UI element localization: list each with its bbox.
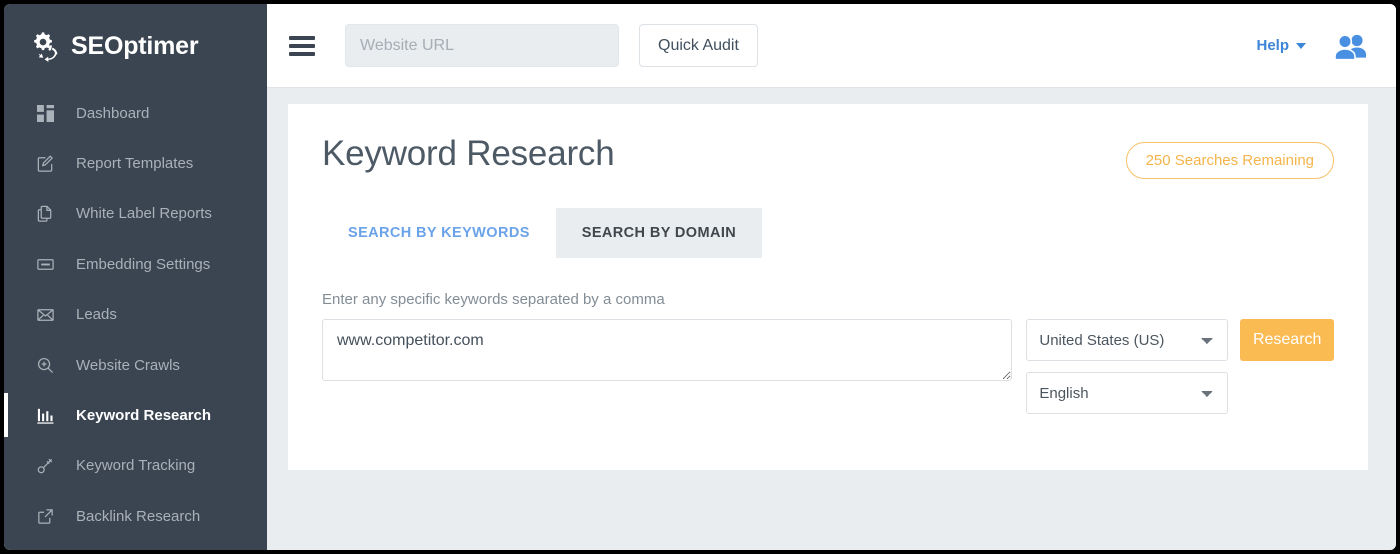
website-url-input[interactable] [345, 24, 619, 67]
app-window: SEOptimer Dashboard Report Templates [4, 4, 1396, 550]
sidebar-item-website-crawls[interactable]: Website Crawls [4, 340, 267, 390]
brand-name: SEOptimer [71, 32, 198, 61]
hamburger-icon[interactable] [289, 29, 315, 63]
card-header: Keyword Research 250 Searches Remaining [322, 134, 1334, 179]
tab-search-by-domain[interactable]: SEARCH BY DOMAIN [556, 208, 762, 258]
sidebar-item-white-label-reports[interactable]: White Label Reports [4, 189, 267, 239]
chevron-down-icon [1296, 43, 1306, 49]
search-form: United States (US) English Research [322, 319, 1334, 414]
tab-search-by-keywords[interactable]: SEARCH BY KEYWORDS [322, 208, 556, 258]
copy-documents-icon [34, 203, 56, 225]
sidebar-item-backlink-research[interactable]: Backlink Research [4, 491, 267, 541]
sidebar-item-label: Leads [76, 306, 117, 323]
sidebar-item-embedding-settings[interactable]: Embedding Settings [4, 239, 267, 289]
brand-logo[interactable]: SEOptimer [4, 4, 267, 88]
sidebar-item-label: Keyword Research [76, 407, 211, 424]
top-bar: Quick Audit Help [267, 4, 1396, 88]
help-label: Help [1256, 37, 1289, 54]
magnifier-plus-icon [34, 354, 56, 376]
external-link-icon [34, 505, 56, 527]
gear-refresh-icon [30, 29, 64, 63]
sidebar-item-label: Keyword Tracking [76, 457, 195, 474]
sidebar: SEOptimer Dashboard Report Templates [4, 4, 267, 550]
key-icon [34, 455, 56, 477]
embed-box-icon [34, 253, 56, 275]
sidebar-item-label: White Label Reports [76, 205, 212, 222]
users-avatar-icon[interactable] [1334, 32, 1368, 60]
sidebar-item-leads[interactable]: Leads [4, 290, 267, 340]
sidebar-item-dashboard[interactable]: Dashboard [4, 88, 267, 138]
keywords-textarea[interactable] [322, 319, 1012, 381]
sidebar-item-label: Dashboard [76, 105, 149, 122]
sidebar-item-keyword-research[interactable]: Keyword Research [4, 390, 267, 440]
sidebar-item-keyword-tracking[interactable]: Keyword Tracking [4, 441, 267, 491]
select-group: United States (US) English [1026, 319, 1228, 414]
content-area: Quick Audit Help Keyword Research 25 [267, 4, 1396, 550]
main-content: Keyword Research 250 Searches Remaining … [267, 88, 1396, 550]
sidebar-item-label: Report Templates [76, 155, 193, 172]
dashboard-grid-icon [34, 102, 56, 124]
country-select[interactable]: United States (US) [1026, 319, 1228, 361]
tab-bar: SEARCH BY KEYWORDS SEARCH BY DOMAIN [322, 208, 1334, 258]
language-select[interactable]: English [1026, 372, 1228, 414]
bar-chart-icon [34, 405, 56, 427]
envelope-icon [34, 304, 56, 326]
research-button[interactable]: Research [1240, 319, 1334, 361]
sidebar-item-report-templates[interactable]: Report Templates [4, 138, 267, 188]
page-title: Keyword Research [322, 134, 615, 174]
searches-remaining-badge[interactable]: 250 Searches Remaining [1126, 142, 1334, 179]
keyword-research-card: Keyword Research 250 Searches Remaining … [288, 104, 1368, 470]
pencil-square-icon [34, 153, 56, 175]
sidebar-item-label: Website Crawls [76, 357, 180, 374]
help-menu[interactable]: Help [1256, 37, 1306, 54]
sidebar-item-label: Backlink Research [76, 508, 200, 525]
sidebar-item-label: Embedding Settings [76, 256, 210, 273]
quick-audit-button[interactable]: Quick Audit [639, 24, 758, 67]
topbar-right-group: Help [1256, 32, 1368, 60]
keywords-field-label: Enter any specific keywords separated by… [322, 291, 1334, 308]
